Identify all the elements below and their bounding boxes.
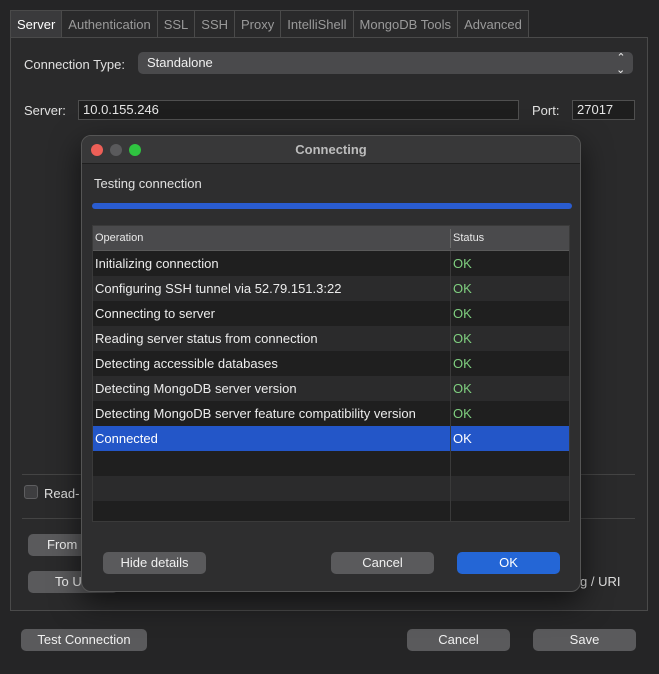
column-divider — [450, 229, 451, 248]
zoom-window-icon[interactable] — [129, 144, 141, 156]
status-cell: OK — [453, 256, 472, 271]
table-row[interactable]: Connecting to server OK — [93, 301, 569, 326]
connection-status-text: Testing connection — [94, 176, 202, 191]
connection-type-label: Connection Type: — [24, 57, 125, 72]
status-cell: OK — [453, 281, 472, 296]
empty-table-row — [93, 451, 569, 476]
uri-label-fragment: g / URI — [580, 574, 621, 589]
dialog-title: Connecting — [295, 142, 367, 157]
port-input[interactable]: 27017 — [572, 100, 635, 120]
connection-type-select[interactable]: Standalone ⌃ ⌃ — [138, 52, 633, 74]
operations-table: Operation Status Initializing connection… — [92, 225, 570, 522]
port-label: Port: — [532, 103, 560, 118]
operation-cell: Configuring SSH tunnel via 52.79.151.3:2… — [95, 281, 342, 296]
status-cell: OK — [453, 331, 472, 346]
status-cell: OK — [453, 431, 472, 446]
operation-cell: Connected — [95, 431, 158, 446]
operation-cell: Reading server status from connection — [95, 331, 318, 346]
empty-table-row — [93, 476, 569, 501]
updown-chevron-icon: ⌃ ⌃ — [616, 52, 626, 75]
test-connection-button[interactable]: Test Connection — [21, 629, 147, 651]
save-button[interactable]: Save — [533, 629, 636, 651]
minimize-window-icon[interactable] — [110, 144, 122, 156]
tab-server[interactable]: Server — [10, 10, 63, 38]
tab-ssh[interactable]: SSH — [194, 10, 236, 38]
table-row[interactable]: Detecting MongoDB server version OK — [93, 376, 569, 401]
column-divider — [450, 251, 451, 521]
tab-proxy[interactable]: Proxy — [234, 10, 282, 38]
dialog-ok-button[interactable]: OK — [457, 552, 560, 574]
column-header-operation[interactable]: Operation — [95, 226, 143, 251]
table-row[interactable]: Reading server status from connection OK — [93, 326, 569, 351]
operation-cell: Connecting to server — [95, 306, 215, 321]
operation-cell: Detecting MongoDB server version — [95, 381, 297, 396]
tab-mongodb-tools[interactable]: MongoDB Tools — [352, 10, 459, 38]
read-only-checkbox[interactable] — [24, 485, 38, 499]
column-header-status[interactable]: Status — [453, 226, 484, 251]
empty-table-row — [93, 501, 569, 521]
table-row[interactable]: Configuring SSH tunnel via 52.79.151.3:2… — [93, 276, 569, 301]
hide-details-button[interactable]: Hide details — [103, 552, 206, 574]
table-row-selected[interactable]: Connected OK — [93, 426, 569, 451]
table-row[interactable]: Initializing connection OK — [93, 251, 569, 276]
cancel-button[interactable]: Cancel — [407, 629, 510, 651]
status-cell: OK — [453, 406, 472, 421]
connection-progress-bar — [92, 203, 572, 209]
table-row[interactable]: Detecting MongoDB server feature compati… — [93, 401, 569, 426]
server-label: Server: — [24, 103, 66, 118]
connection-type-value: Standalone — [147, 55, 213, 70]
operation-cell: Detecting MongoDB server feature compati… — [95, 406, 416, 421]
table-header: Operation Status — [93, 226, 569, 251]
status-cell: OK — [453, 381, 472, 396]
status-cell: OK — [453, 356, 472, 371]
tab-authentication[interactable]: Authentication — [61, 10, 158, 38]
server-host-input[interactable]: 10.0.155.246 — [78, 100, 519, 120]
read-only-label: Read- — [44, 486, 80, 501]
operation-cell: Detecting accessible databases — [95, 356, 278, 371]
table-row[interactable]: Detecting accessible databases OK — [93, 351, 569, 376]
close-window-icon[interactable] — [91, 144, 103, 156]
dialog-title-bar: Connecting — [82, 136, 580, 164]
tab-intellishell[interactable]: IntelliShell — [280, 10, 354, 38]
tab-ssl[interactable]: SSL — [156, 10, 196, 38]
tab-bar: Server Authentication SSL SSH Proxy Inte… — [10, 10, 529, 38]
operation-cell: Initializing connection — [95, 256, 219, 271]
column-divider — [569, 229, 570, 248]
tab-advanced[interactable]: Advanced — [457, 10, 529, 38]
connecting-dialog: Connecting Testing connection Operation … — [81, 135, 581, 592]
dialog-cancel-button[interactable]: Cancel — [331, 552, 434, 574]
status-cell: OK — [453, 306, 472, 321]
